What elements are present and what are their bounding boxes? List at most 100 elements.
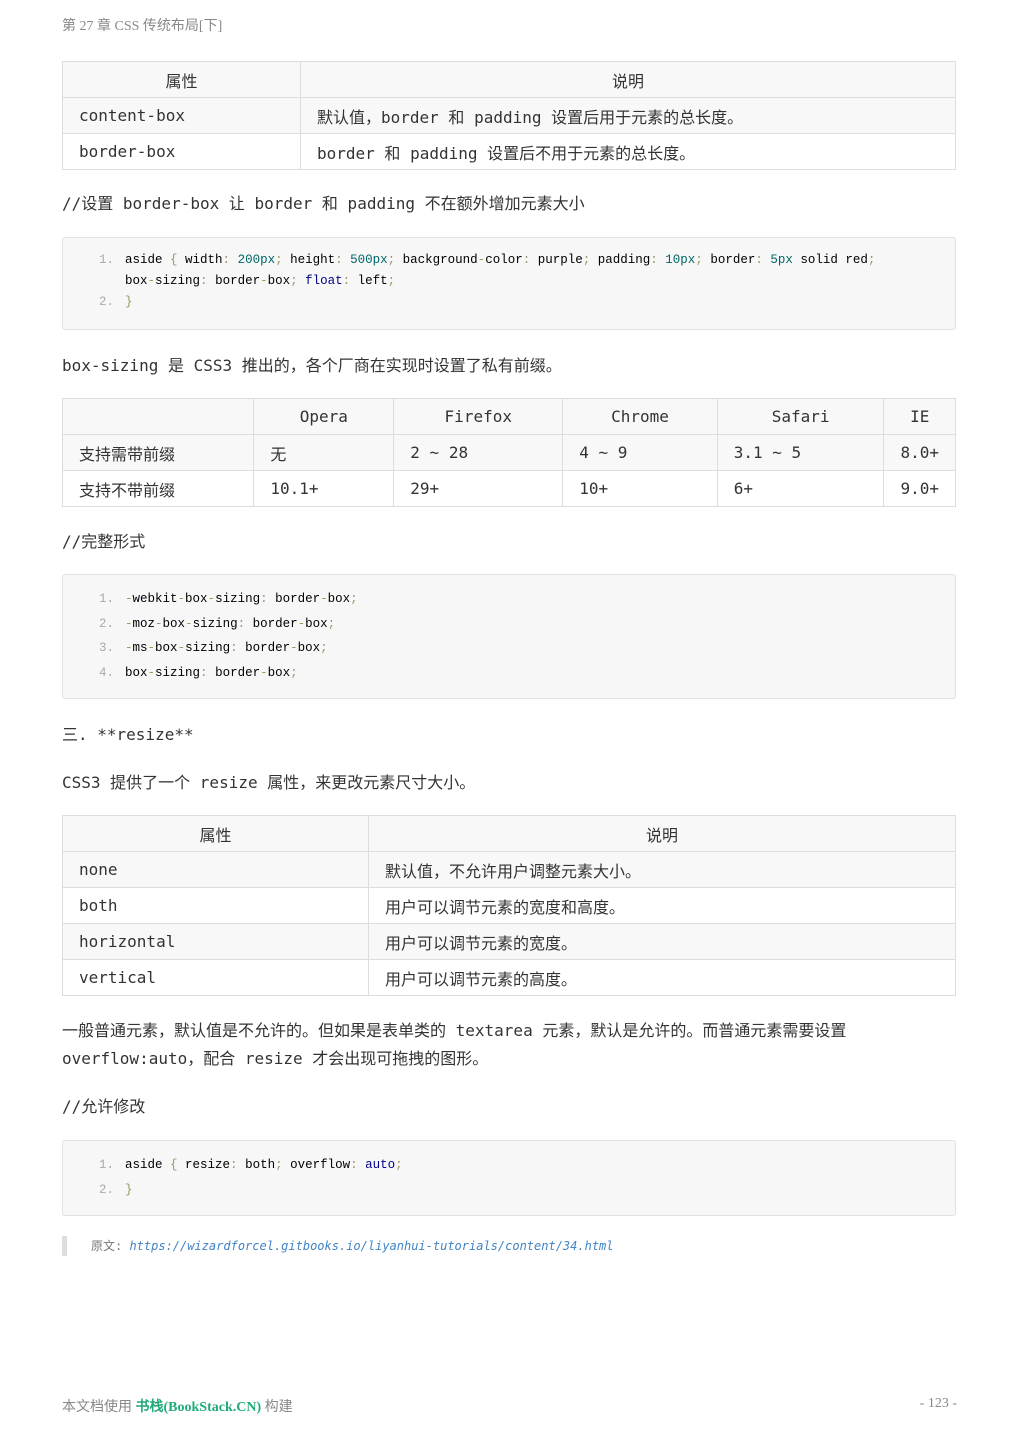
table-cell: 支持需带前缀 bbox=[61, 434, 255, 471]
source-quote: 原文: https://wizardforcel.gitbooks.io/liy… bbox=[62, 1236, 614, 1256]
code-token: box bbox=[267, 665, 291, 680]
code-token: border bbox=[207, 665, 261, 680]
table-row: none 默认值，不允许用户调整元素大小。 bbox=[62, 851, 956, 888]
code-token: - bbox=[320, 592, 328, 606]
code-token: ms bbox=[132, 641, 148, 655]
code-token: : bbox=[650, 253, 658, 267]
code-token: box bbox=[162, 616, 186, 631]
code-token: ; bbox=[695, 253, 703, 267]
comment-text: //完整形式 bbox=[62, 532, 146, 551]
code-token: ; bbox=[387, 274, 396, 288]
browser-prefix-table: Opera Firefox Chrome Safari IE 支持需带前缀无 2 ~ 28 4… bbox=[61, 398, 956, 507]
section-heading: 三. **resize** bbox=[62, 725, 194, 744]
code-token: box bbox=[305, 616, 328, 631]
page-number: - 123 - bbox=[919, 1396, 957, 1411]
code-token: box bbox=[125, 665, 148, 680]
column-header: Firefox bbox=[393, 398, 564, 435]
table-cell: border-box bbox=[62, 133, 301, 170]
code-token: 10px bbox=[657, 253, 696, 267]
code-block: 1. aside { resize: both; overflow: auto; 2… bbox=[62, 1140, 956, 1216]
code-token: sizing bbox=[215, 592, 261, 606]
paragraph-line: overflow:auto，配合 resize 才会出现可拖拽的图形。 bbox=[62, 1049, 489, 1068]
code-line: 3. -ms-box-sizing: border-box; bbox=[63, 636, 955, 661]
code-token: purple bbox=[530, 253, 583, 267]
code-token: float bbox=[297, 274, 343, 288]
table-row: horizontal 用户可以调节元素的宽度。 bbox=[62, 923, 956, 960]
code-token: ; bbox=[290, 665, 298, 680]
table-row: border-box border 和 padding 设置后不用于元素的总长度。 bbox=[62, 133, 956, 170]
table-row: 支持不带前缀 10.1+ 29+ 10+ 6+ 9.0+ bbox=[61, 470, 956, 507]
code-token: ; bbox=[395, 1158, 403, 1172]
code-token: : bbox=[237, 616, 246, 631]
code-line: 1. aside { resize: both; overflow: auto; bbox=[63, 1153, 955, 1178]
code-token: - bbox=[185, 616, 193, 631]
code-token: left bbox=[350, 274, 388, 288]
code-token: border bbox=[207, 274, 261, 288]
table-cell: none bbox=[62, 851, 369, 888]
column-header: Chrome bbox=[562, 398, 718, 435]
code-token: sizing bbox=[192, 616, 238, 631]
code-token: box bbox=[327, 592, 351, 606]
column-header bbox=[61, 398, 255, 435]
code-token: { bbox=[170, 253, 178, 267]
code-line: 4. box-sizing: border-box; bbox=[63, 661, 955, 686]
source-link[interactable]: https://wizardforcel.gitbooks.io/liyanhu… bbox=[129, 1239, 613, 1253]
code-token: : bbox=[755, 253, 763, 267]
comment-text: //允许修改 bbox=[62, 1097, 146, 1116]
comment-text: //设置 border-box 让 border 和 padding 不在额外增… bbox=[62, 194, 585, 213]
code-token: - bbox=[207, 592, 216, 606]
code-token: moz bbox=[132, 616, 156, 631]
code-line: 2. -moz-box-sizing: border-box; bbox=[63, 612, 955, 637]
code-token: : bbox=[260, 592, 268, 606]
code-token: background bbox=[395, 253, 478, 267]
code-token: - bbox=[147, 274, 156, 288]
resize-table: 属性 说明 none 默认值，不允许用户调整元素大小。 both 用户可以调节元素的宽度和… bbox=[62, 815, 956, 996]
code-block: 1. -webkit-box-sizing: border-box; 2. -moz-… bbox=[62, 574, 956, 699]
table-row: both 用户可以调节元素的宽度和高度。 bbox=[62, 887, 956, 924]
code-token: : bbox=[222, 253, 231, 267]
code-token: { bbox=[170, 1158, 178, 1172]
code-token: auto bbox=[357, 1158, 396, 1172]
code-token: - bbox=[147, 641, 156, 655]
code-token: ; bbox=[275, 1158, 283, 1172]
table-cell: 29+ bbox=[393, 470, 564, 507]
table-header-row: 属性 说明 bbox=[62, 61, 956, 98]
table-cell: 6+ bbox=[716, 470, 885, 507]
code-token: - bbox=[125, 592, 133, 606]
line-number: 1. bbox=[99, 253, 115, 267]
code-token: width bbox=[177, 253, 223, 267]
table-cell: 2 ~ 28 bbox=[393, 434, 564, 471]
code-token: 200px bbox=[230, 253, 276, 267]
code-token: - bbox=[177, 641, 186, 655]
code-token: : bbox=[230, 1158, 238, 1172]
document-page: 第 27 章 CSS 传统布局[下] 属性 说明 content-box 默认值，bo… bbox=[0, 0, 1019, 1440]
column-header: Safari bbox=[716, 398, 885, 435]
table-cell: horizontal bbox=[62, 923, 369, 960]
code-token: overflow bbox=[282, 1158, 351, 1172]
code-line: 2.} bbox=[63, 292, 955, 313]
code-block: 1. aside { width: 200px; height: 500px; b… bbox=[62, 237, 956, 330]
box-sizing-table: 属性 说明 content-box 默认值，border 和 padding 设置后用… bbox=[62, 61, 956, 170]
code-token: - bbox=[260, 665, 268, 680]
code-token: ; bbox=[275, 253, 283, 267]
table-cell: 用户可以调节元素的高度。 bbox=[368, 959, 956, 996]
line-number: 1. bbox=[99, 592, 115, 606]
code-line: 1. -webkit-box-sizing: border-box; bbox=[63, 587, 955, 612]
paragraph-line: 一般普通元素，默认值是不允许的。但如果是表单类的 textarea 元素，默认是… bbox=[62, 1021, 847, 1040]
table-cell: 用户可以调节元素的宽度。 bbox=[368, 923, 956, 960]
code-token: box bbox=[267, 274, 291, 288]
column-header: 属性 bbox=[62, 815, 369, 852]
code-token: - bbox=[125, 641, 133, 655]
table-cell: 10+ bbox=[562, 470, 718, 507]
code-token: sizing bbox=[155, 665, 201, 680]
code-token: - bbox=[147, 665, 156, 680]
code-token: 500px bbox=[342, 253, 388, 267]
footer-credit: 本文档使用 书栈(BookStack.CN) 构建 bbox=[62, 1396, 293, 1416]
table-cell: 10.1+ bbox=[253, 470, 395, 507]
table-cell: 4 ~ 9 bbox=[562, 434, 718, 471]
code-token: aside bbox=[125, 253, 171, 267]
table-cell: both bbox=[62, 887, 369, 924]
bookstack-link[interactable]: 书栈(BookStack.CN) bbox=[136, 1400, 262, 1415]
code-token: box bbox=[155, 641, 178, 655]
footer-suffix: 构建 bbox=[261, 1400, 293, 1415]
